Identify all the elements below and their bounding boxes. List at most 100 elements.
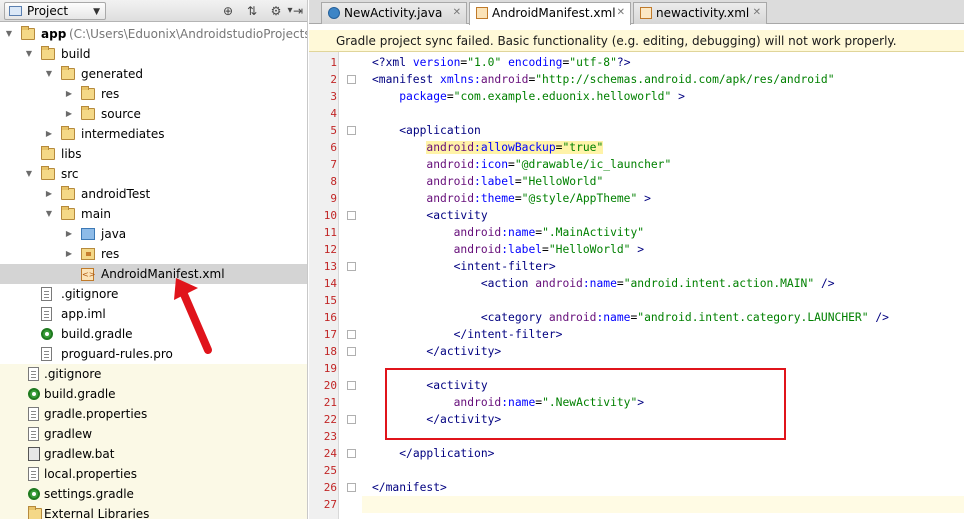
tree-item[interactable]: local.properties xyxy=(0,464,307,484)
tree-item[interactable]: ▶ res xyxy=(0,244,307,264)
line-number: 18 xyxy=(323,345,337,358)
close-tab-icon[interactable]: ✕ xyxy=(453,3,461,23)
code-line[interactable]: android:theme="@style/AppTheme" > xyxy=(362,190,964,207)
expanded-arrow-icon[interactable]: ▼ xyxy=(44,64,54,84)
line-number: 3 xyxy=(330,90,337,103)
text-file-icon xyxy=(28,407,39,421)
fold-marker-icon[interactable] xyxy=(347,347,356,356)
code-token: android xyxy=(426,141,475,154)
expanded-arrow-icon[interactable]: ▼ xyxy=(24,164,34,184)
code-line[interactable] xyxy=(362,105,964,122)
editor-tab[interactable]: newactivity.xml ✕ xyxy=(633,2,767,24)
code-token: "HelloWorld" xyxy=(548,243,631,256)
tree-item[interactable]: ▶ java xyxy=(0,224,307,244)
tree-item[interactable]: External Libraries xyxy=(0,504,307,519)
editor-tab[interactable]: AndroidManifest.xml ✕ xyxy=(469,2,631,25)
hide-panel-icon[interactable]: ⇥ xyxy=(290,3,306,19)
code-line[interactable]: package="com.example.eduonix.helloworld"… xyxy=(362,88,964,105)
fold-marker-icon[interactable] xyxy=(347,449,356,458)
tree-item-label: generated xyxy=(81,67,143,81)
collapsed-arrow-icon[interactable]: ▶ xyxy=(64,84,74,104)
expanded-arrow-icon[interactable]: ▼ xyxy=(4,24,14,44)
scroll-from-source-icon[interactable]: ⊕ xyxy=(220,3,236,19)
tree-item[interactable]: libs xyxy=(0,144,307,164)
tree-item[interactable]: gradlew.bat xyxy=(0,444,307,464)
code-line[interactable]: <application xyxy=(362,122,964,139)
collapsed-arrow-icon[interactable]: ▶ xyxy=(64,104,74,124)
libraries-icon xyxy=(28,506,42,519)
code-line[interactable]: android:label="HelloWorld" > xyxy=(362,241,964,258)
folder-icon xyxy=(41,46,55,60)
code-line[interactable]: <activity xyxy=(362,207,964,224)
fold-marker-icon[interactable] xyxy=(347,330,356,339)
code-line[interactable]: </manifest> xyxy=(362,479,964,496)
fold-marker-icon[interactable] xyxy=(347,483,356,492)
tree-item[interactable]: .gitignore xyxy=(0,364,307,384)
tree-item[interactable]: settings.gradle xyxy=(0,484,307,504)
code-line[interactable]: <manifest xmlns:android="http://schemas.… xyxy=(362,71,964,88)
close-tab-icon[interactable]: ✕ xyxy=(753,3,761,23)
tree-item[interactable]: ▼ build xyxy=(0,44,307,64)
fold-marker-icon[interactable] xyxy=(347,75,356,84)
code-line[interactable]: </intent-filter> xyxy=(362,326,964,343)
editor-tab[interactable]: NewActivity.java ✕ xyxy=(321,2,467,24)
code-line[interactable]: android:allowBackup="true" xyxy=(362,139,964,156)
tree-item[interactable]: ▼ src xyxy=(0,164,307,184)
fold-marker-icon[interactable] xyxy=(347,415,356,424)
line-number: 12 xyxy=(323,243,337,256)
code-line[interactable] xyxy=(362,462,964,479)
tree-item[interactable]: proguard-rules.pro xyxy=(0,344,307,364)
line-number: 9 xyxy=(330,192,337,205)
tree-item[interactable]: ▶ androidTest xyxy=(0,184,307,204)
expanded-arrow-icon[interactable]: ▼ xyxy=(24,44,34,64)
project-view-selector[interactable]: Project ▼ xyxy=(4,2,106,20)
code-line[interactable] xyxy=(362,292,964,309)
bat-file-icon xyxy=(28,447,40,461)
text-file-icon xyxy=(28,467,39,481)
tree-item[interactable]: build.gradle xyxy=(0,324,307,344)
collapse-all-icon[interactable]: ⇅ xyxy=(244,3,260,19)
fold-marker-icon[interactable] xyxy=(347,381,356,390)
code-line[interactable]: android:icon="@drawable/ic_launcher" xyxy=(362,156,964,173)
code-line[interactable]: </activity> xyxy=(362,343,964,360)
code-line[interactable]: </application> xyxy=(362,445,964,462)
code-line[interactable]: android:label="HelloWorld" xyxy=(362,173,964,190)
folder-icon xyxy=(81,86,95,100)
tree-item[interactable]: .gitignore xyxy=(0,284,307,304)
code-line[interactable]: <action android:name="android.intent.act… xyxy=(362,275,964,292)
tree-item[interactable]: ▶ source xyxy=(0,104,307,124)
tree-item-label: main xyxy=(81,207,111,221)
expanded-arrow-icon[interactable]: ▼ xyxy=(44,204,54,224)
tree-item[interactable]: gradle.properties xyxy=(0,404,307,424)
tree-item-label: source xyxy=(101,107,141,121)
collapsed-arrow-icon[interactable]: ▶ xyxy=(44,124,54,144)
tree-item[interactable]: ▼ main xyxy=(0,204,307,224)
code-line[interactable]: android:name=".MainActivity" xyxy=(362,224,964,241)
tree-item[interactable]: ▶ intermediates xyxy=(0,124,307,144)
collapsed-arrow-icon[interactable]: ▶ xyxy=(64,224,74,244)
close-tab-icon[interactable]: ✕ xyxy=(617,3,625,23)
fold-marker-icon[interactable] xyxy=(347,211,356,220)
tree-item[interactable]: AndroidManifest.xml xyxy=(0,264,307,285)
tree-item[interactable]: ▶ res xyxy=(0,84,307,104)
tree-item[interactable]: build.gradle xyxy=(0,384,307,404)
code-token: = xyxy=(514,192,522,205)
fold-marker-icon[interactable] xyxy=(347,262,356,271)
tree-item[interactable]: app.iml xyxy=(0,304,307,324)
collapsed-arrow-icon[interactable]: ▶ xyxy=(64,244,74,264)
code-line[interactable]: <intent-filter> xyxy=(362,258,964,275)
fold-marker-icon[interactable] xyxy=(347,126,356,135)
code-token: :label xyxy=(474,175,515,188)
code-editor[interactable]: <?xml version="1.0" encoding="utf-8"?> <m… xyxy=(362,52,964,519)
tree-item[interactable]: gradlew xyxy=(0,424,307,444)
tree-item-label: res xyxy=(101,247,120,261)
collapsed-arrow-icon[interactable]: ▶ xyxy=(44,184,54,204)
tree-item[interactable]: ▼ generated xyxy=(0,64,307,84)
code-line[interactable]: <category android:name="android.intent.c… xyxy=(362,309,964,326)
code-line[interactable] xyxy=(362,496,964,513)
tree-item[interactable]: ▼ app (C:\Users\Eduonix\AndroidstudioProj… xyxy=(0,24,307,44)
code-line[interactable]: <?xml version="1.0" encoding="utf-8"?> xyxy=(362,54,964,71)
